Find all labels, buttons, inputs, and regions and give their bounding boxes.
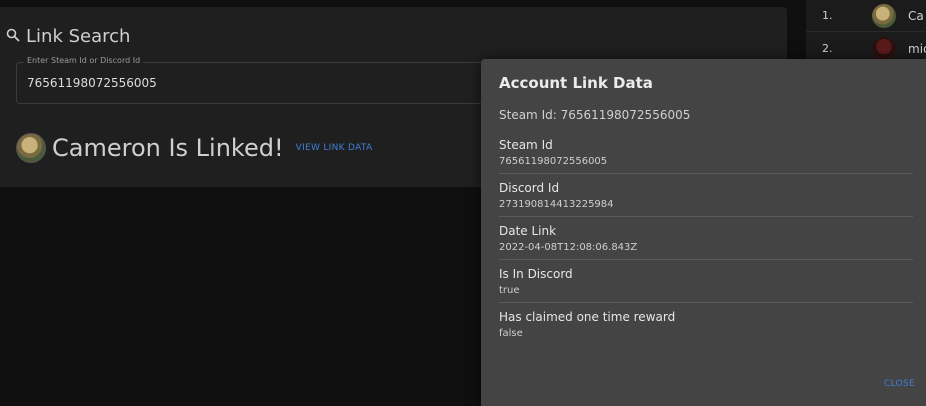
field-value: false	[499, 328, 523, 339]
rank-number: 1.	[822, 9, 833, 22]
search-icon	[6, 27, 20, 46]
account-link-data-dialog: Account Link Data Steam Id: 765611980725…	[481, 59, 926, 406]
field-label: Has claimed one time reward	[499, 310, 676, 324]
field-one-time-reward: Has claimed one time reward false	[499, 303, 913, 346]
view-link-data-button[interactable]: VIEW LINK DATA	[296, 143, 373, 153]
field-discord-id: Discord Id 273190814413225984	[499, 174, 913, 217]
linked-result: Cameron Is Linked! VIEW LINK DATA	[16, 133, 372, 163]
field-steam-id: Steam Id 76561198072556005	[499, 131, 913, 174]
card-header: Link Search	[6, 26, 130, 47]
page: Link Search Enter Steam Id or Discord Id…	[0, 0, 926, 406]
field-label: Is In Discord	[499, 267, 573, 281]
avatar	[16, 133, 46, 163]
card-title: Link Search	[26, 26, 131, 47]
close-button[interactable]: CLOSE	[884, 379, 915, 389]
leaderboard: 1. Ca 2. mic	[806, 0, 926, 65]
dialog-subtitle: Steam Id: 76561198072556005	[499, 108, 691, 122]
player-name: Ca	[908, 8, 924, 23]
field-label: Date Link	[499, 224, 557, 238]
field-label: Discord Id	[499, 181, 560, 195]
leaderboard-row[interactable]: 1. Ca	[806, 0, 926, 32]
field-value: 76561198072556005	[499, 156, 608, 167]
rank-number: 2.	[822, 42, 833, 55]
field-value: 2022-04-08T12:08:06.843Z	[499, 242, 638, 253]
field-label: Steam Id	[499, 138, 553, 152]
avatar	[872, 36, 896, 61]
linked-status-text: Cameron Is Linked!	[52, 134, 284, 162]
avatar	[872, 3, 896, 28]
player-name: mic	[908, 41, 926, 56]
field-is-in-discord: Is In Discord true	[499, 260, 913, 303]
field-value: true	[499, 285, 520, 296]
dialog-title: Account Link Data	[499, 74, 653, 92]
field-date-link: Date Link 2022-04-08T12:08:06.843Z	[499, 217, 913, 260]
field-value: 273190814413225984	[499, 199, 614, 210]
